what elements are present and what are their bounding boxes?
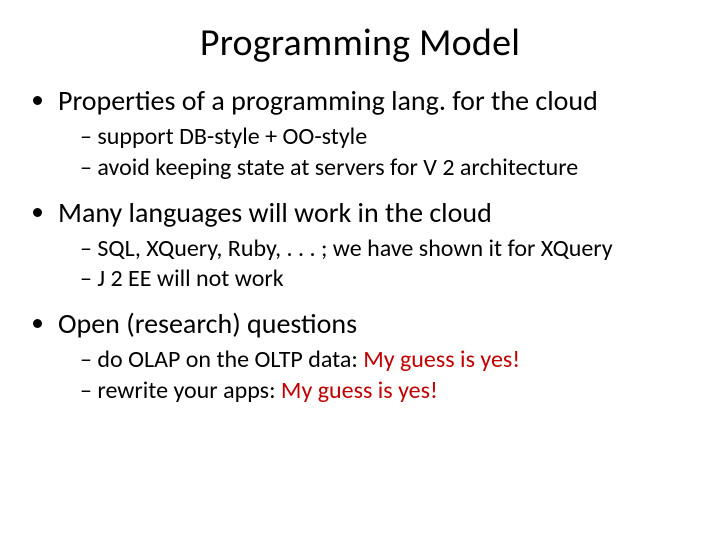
bullet-1-sub-2: avoid keeping state at servers for V 2 a… <box>80 153 696 184</box>
bullet-2-text: Many languages will work in the cloud <box>58 195 492 230</box>
bullet-3-sublist: do OLAP on the OLTP data: My guess is ye… <box>58 345 696 406</box>
bullet-2-sub-2: J 2 EE will not work <box>80 264 696 295</box>
bullet-3-sub-1-plain: do OLAP on the OLTP data: <box>97 345 363 374</box>
bullet-3-sub-2: rewrite your apps: My guess is yes! <box>80 376 696 407</box>
bullet-3-sub-1: do OLAP on the OLTP data: My guess is ye… <box>80 345 696 376</box>
bullet-1-sublist: support DB-style + OO-style avoid keepin… <box>58 122 696 183</box>
bullet-list: Properties of a programming lang. for th… <box>24 84 696 407</box>
bullet-1-sub-1: support DB-style + OO-style <box>80 122 696 153</box>
bullet-2-sublist: SQL, XQuery, Ruby, . . . ; we have shown… <box>58 234 696 295</box>
bullet-3-sub-2-plain: rewrite your apps: <box>97 376 281 405</box>
bullet-2: Many languages will work in the cloud SQ… <box>58 196 696 296</box>
bullet-1-text: Properties of a programming lang. for th… <box>58 83 598 118</box>
slide: Programming Model Properties of a progra… <box>0 0 720 540</box>
bullet-2-sub-1: SQL, XQuery, Ruby, . . . ; we have shown… <box>80 234 696 265</box>
bullet-3-sub-1-highlight: My guess is yes! <box>363 345 520 374</box>
bullet-3-text: Open (research) questions <box>58 306 357 341</box>
bullet-3: Open (research) questions do OLAP on the… <box>58 307 696 407</box>
slide-title: Programming Model <box>24 20 696 66</box>
bullet-1: Properties of a programming lang. for th… <box>58 84 696 184</box>
bullet-3-sub-2-highlight: My guess is yes! <box>281 376 438 405</box>
